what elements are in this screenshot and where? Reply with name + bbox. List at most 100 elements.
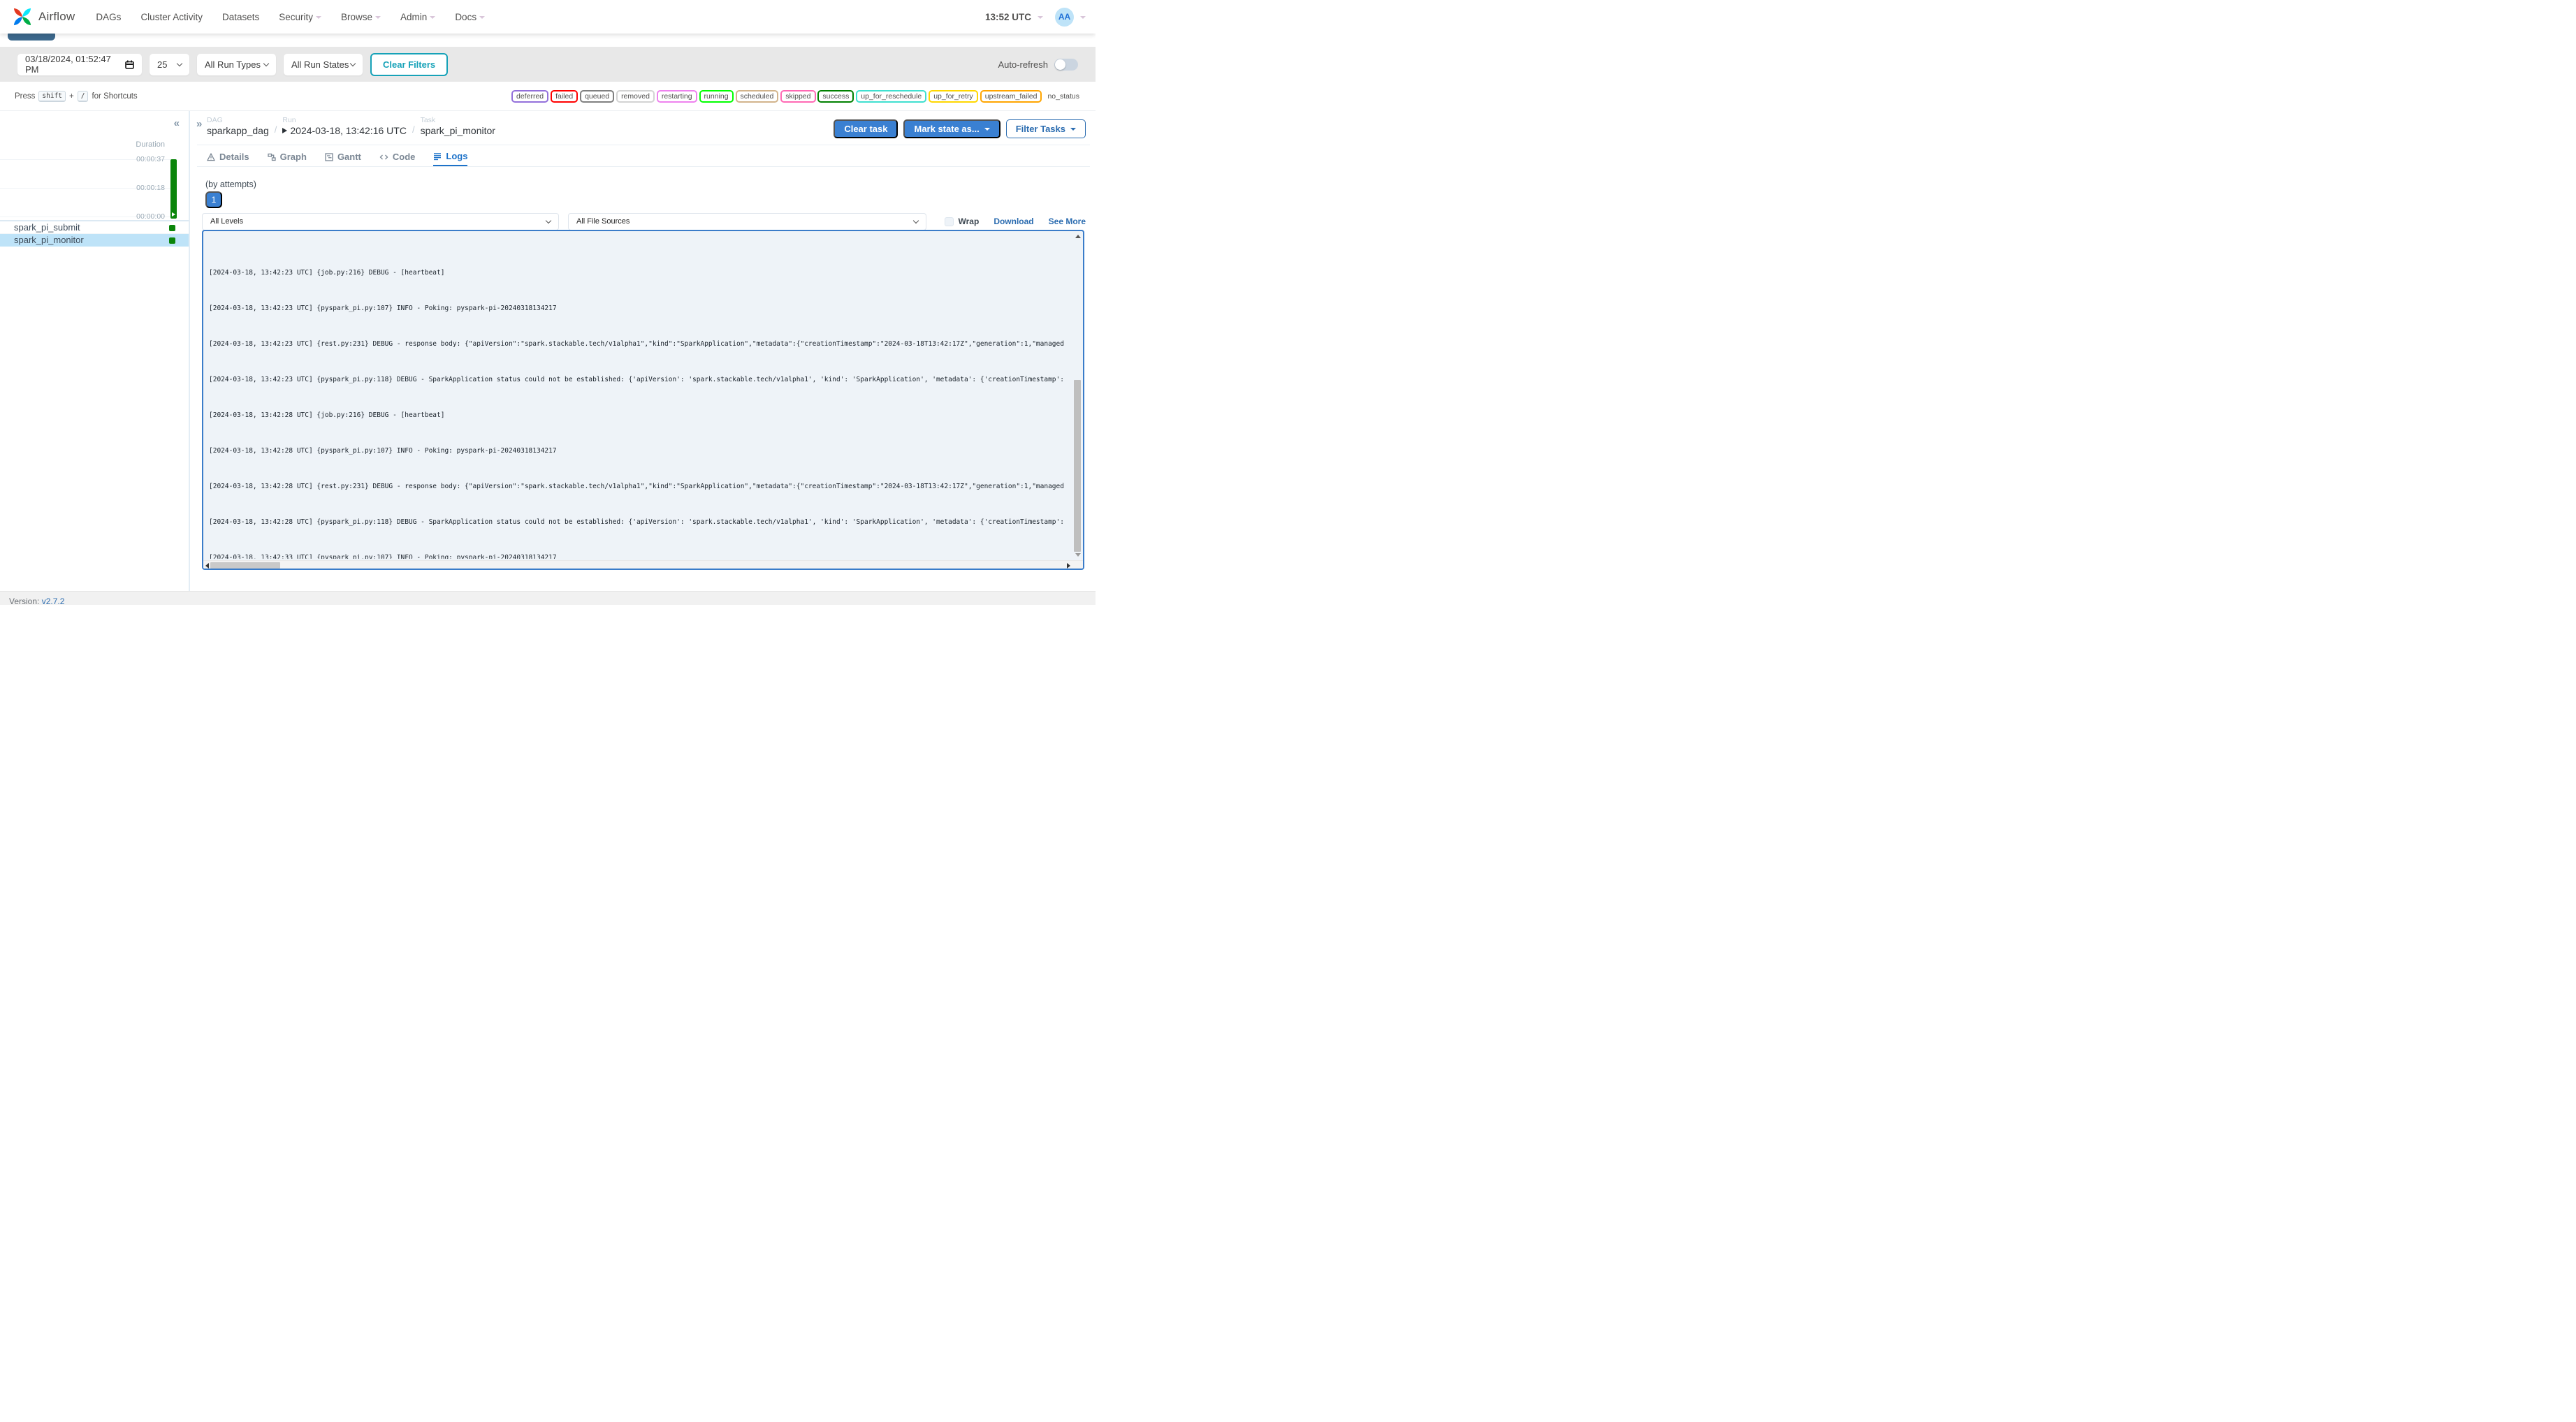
no-status-badge[interactable]: no_status xyxy=(1046,91,1081,101)
user-chevron-down-icon[interactable] xyxy=(1080,16,1086,19)
clear-task-button[interactable]: Clear task xyxy=(834,119,898,138)
task-status-square[interactable] xyxy=(169,224,175,231)
chevron-down-icon xyxy=(349,60,356,66)
expand-panel-icon[interactable]: » xyxy=(196,118,202,130)
avatar[interactable]: AA xyxy=(1055,7,1074,27)
tab-logs[interactable]: Logs xyxy=(433,151,468,166)
scroll-left-arrow-icon[interactable] xyxy=(205,562,209,569)
wrap-checkbox[interactable] xyxy=(944,217,954,226)
utc-clock[interactable]: 13:52 UTC xyxy=(985,12,1031,22)
log-line: [2024-03-18, 13:42:28 UTC] {job.py:216} … xyxy=(209,411,445,419)
breadcrumb-run: Run 2024-03-18, 13:42:16 UTC xyxy=(282,116,407,136)
filter-tasks-button[interactable]: Filter Tasks xyxy=(1005,119,1086,138)
base-date-input[interactable]: 03/18/2024, 01:52:47 PM xyxy=(17,53,142,75)
nav-menu-item[interactable]: Datasets xyxy=(222,12,259,22)
status-badge[interactable]: restarting xyxy=(656,89,697,103)
tab-details[interactable]: Details xyxy=(207,151,249,166)
duration-axis-label: Duration xyxy=(136,140,165,149)
run-name[interactable]: 2024-03-18, 13:42:16 UTC xyxy=(282,125,407,136)
log-line: [2024-03-18, 13:42:33 UTC] {pyspark_pi.p… xyxy=(209,554,557,559)
see-more-link[interactable]: See More xyxy=(1049,217,1086,226)
airflow-brand[interactable]: Airflow xyxy=(10,4,75,29)
logs-list-icon xyxy=(433,152,442,161)
graph-icon xyxy=(267,153,276,161)
by-attempts-label: (by attempts) xyxy=(205,179,256,189)
log-line: [2024-03-18, 13:42:23 UTC] {pyspark_pi.p… xyxy=(209,305,557,312)
log-line: [2024-03-18, 13:42:28 UTC] {pyspark_pi.p… xyxy=(209,518,1064,526)
run-filter-bar: 03/18/2024, 01:52:47 PM 25 All Run Types… xyxy=(0,47,1096,82)
log-filters-row: All Levels All File Sources Wrap Downloa… xyxy=(202,212,1086,230)
auto-refresh-label: Auto-refresh xyxy=(998,59,1048,70)
task-status-square[interactable] xyxy=(169,237,175,244)
tab-graph[interactable]: Graph xyxy=(267,151,307,166)
nav-menu-item[interactable]: DAGs xyxy=(96,12,121,22)
status-badge[interactable]: scheduled xyxy=(735,89,779,103)
navbar-right: 13:52 UTC AA xyxy=(985,7,1086,27)
task-name: spark_pi_submit xyxy=(14,222,80,233)
chevron-down-icon xyxy=(545,217,552,223)
file-source-select[interactable]: All File Sources xyxy=(568,212,926,230)
status-badge[interactable]: skipped xyxy=(780,89,816,103)
download-link[interactable]: Download xyxy=(994,217,1033,226)
scroll-down-arrow-icon[interactable] xyxy=(1075,553,1081,557)
run-states-select[interactable]: All Run States xyxy=(284,53,363,75)
status-badge[interactable]: failed xyxy=(551,89,578,103)
task-name-crumb[interactable]: spark_pi_monitor xyxy=(421,125,495,136)
log-vertical-scrollbar[interactable] xyxy=(1072,231,1083,560)
dag-name[interactable]: sparkapp_dag xyxy=(207,125,269,136)
duration-tick: 00:00:37 xyxy=(136,155,165,163)
chevron-down-icon xyxy=(316,16,322,19)
clear-filters-button[interactable]: Clear Filters xyxy=(370,52,449,76)
clock-chevron-down-icon[interactable] xyxy=(1038,16,1043,19)
gantt-icon xyxy=(325,152,333,161)
status-badge[interactable]: up_for_reschedule xyxy=(856,89,927,103)
horizontal-scroll-thumb[interactable] xyxy=(210,562,280,569)
task-actions: Clear task Mark state as... Filter Tasks xyxy=(834,119,1086,138)
code-icon xyxy=(379,153,388,161)
chevron-down-icon xyxy=(263,60,270,66)
log-level-select[interactable]: All Levels xyxy=(202,212,559,230)
status-badge[interactable]: deferred xyxy=(511,89,549,103)
log-line: [2024-03-18, 13:42:23 UTC] {job.py:216} … xyxy=(209,269,445,277)
status-badge[interactable]: success xyxy=(817,89,854,103)
mark-state-button[interactable]: Mark state as... xyxy=(903,119,1000,138)
brand-title: Airflow xyxy=(38,10,75,23)
status-badge[interactable]: queued xyxy=(580,89,615,103)
nav-menu-item[interactable]: Docs xyxy=(455,12,486,22)
collapse-panel-icon[interactable]: « xyxy=(174,117,180,129)
calendar-icon[interactable] xyxy=(125,60,134,69)
version-link[interactable]: v2.7.2 xyxy=(42,596,65,605)
status-badge[interactable]: upstream_failed xyxy=(980,89,1042,103)
log-toolbar: Wrap Download See More xyxy=(944,217,1086,226)
status-badge[interactable]: running xyxy=(699,89,734,103)
nav-menu-item[interactable]: Cluster Activity xyxy=(140,12,203,22)
chevron-down-icon xyxy=(479,16,486,19)
vertical-scroll-thumb[interactable] xyxy=(1074,380,1081,552)
detail-tabs: Details Graph Gantt Code Logs xyxy=(207,151,468,166)
page-size-select[interactable]: 25 xyxy=(150,53,189,75)
task-name: spark_pi_monitor xyxy=(14,235,84,245)
scroll-up-arrow-icon[interactable] xyxy=(1075,235,1081,238)
nav-menu-item[interactable]: Browse xyxy=(341,12,381,22)
run-duration-bar[interactable] xyxy=(170,159,177,219)
tab-code[interactable]: Code xyxy=(379,151,415,166)
run-types-select[interactable]: All Run Types xyxy=(197,53,276,75)
alert-triangle-icon xyxy=(207,152,215,161)
status-badge[interactable]: removed xyxy=(616,89,655,103)
main-content: « Duration 00:00:37 00:00:18 00:00:00 sp… xyxy=(0,111,1096,591)
tab-gantt[interactable]: Gantt xyxy=(325,151,361,166)
toggle-knob xyxy=(1055,59,1065,70)
attempt-1-button[interactable]: 1 xyxy=(205,191,222,208)
nav-menu-item[interactable]: Admin xyxy=(400,12,436,22)
breadcrumb: DAG sparkapp_dag / Run 2024-03-18, 13:42… xyxy=(207,116,495,136)
chevron-down-icon xyxy=(430,16,436,19)
scroll-right-arrow-icon[interactable] xyxy=(1067,562,1070,569)
log-line: [2024-03-18, 13:42:23 UTC] {rest.py:231}… xyxy=(209,340,1065,348)
log-lines: [2024-03-18, 13:42:23 UTC] {job.py:216} … xyxy=(209,233,1065,559)
log-horizontal-scrollbar[interactable] xyxy=(203,560,1083,569)
task-row[interactable]: spark_pi_monitor xyxy=(0,234,189,247)
task-row[interactable]: spark_pi_submit xyxy=(0,221,189,234)
nav-menu-item[interactable]: Security xyxy=(279,12,322,22)
status-badge[interactable]: up_for_retry xyxy=(929,89,978,103)
auto-refresh-toggle[interactable] xyxy=(1054,58,1078,71)
